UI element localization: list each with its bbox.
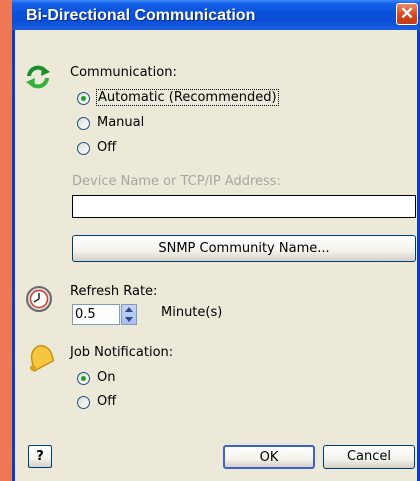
window-title: Bi-Directional Communication — [26, 7, 256, 24]
communication-label: Communication: — [70, 65, 177, 80]
bell-icon — [30, 345, 55, 372]
close-button[interactable]: ✕ — [396, 3, 418, 25]
radio-automatic[interactable] — [77, 92, 90, 105]
title-bar[interactable]: Bi-Directional Communication ✕ — [12, 0, 420, 30]
automatic-option-text: Automatic (Recommended) — [96, 89, 279, 106]
clock-icon — [26, 286, 52, 312]
close-icon: ✕ — [399, 4, 415, 23]
refresh-rate-label: Refresh Rate: — [70, 284, 158, 299]
radio-off-label[interactable]: Off — [97, 140, 116, 155]
radio-job-on-label[interactable]: On — [97, 370, 115, 385]
radio-manual[interactable] — [77, 117, 90, 130]
device-address-input[interactable] — [72, 195, 416, 218]
radio-off[interactable] — [77, 142, 90, 155]
snmp-community-button[interactable]: SNMP Community Name... — [72, 235, 416, 262]
refresh-arrows-icon — [26, 65, 50, 89]
radio-automatic-label[interactable]: Automatic (Recommended) — [96, 89, 279, 106]
refresh-rate-spinner[interactable] — [121, 304, 137, 325]
cancel-button[interactable]: Cancel — [323, 445, 415, 469]
dialog-window: Bi-Directional Communication ✕ Communica… — [12, 0, 420, 481]
radio-job-off[interactable] — [77, 396, 90, 409]
device-label: Device Name or TCP/IP Address: — [72, 174, 281, 189]
ok-button[interactable]: OK — [223, 445, 315, 469]
help-button[interactable]: ? — [28, 445, 52, 468]
spinner-arrows-icon — [125, 307, 133, 322]
job-notification-label: Job Notification: — [70, 345, 174, 360]
radio-manual-label[interactable]: Manual — [97, 115, 144, 130]
refresh-rate-input[interactable]: 0.5 — [72, 304, 120, 325]
refresh-unit-label: Minute(s) — [161, 305, 223, 320]
radio-job-on[interactable] — [77, 372, 90, 385]
refresh-rate-value: 0.5 — [75, 307, 96, 322]
radio-job-off-label[interactable]: Off — [97, 394, 116, 409]
